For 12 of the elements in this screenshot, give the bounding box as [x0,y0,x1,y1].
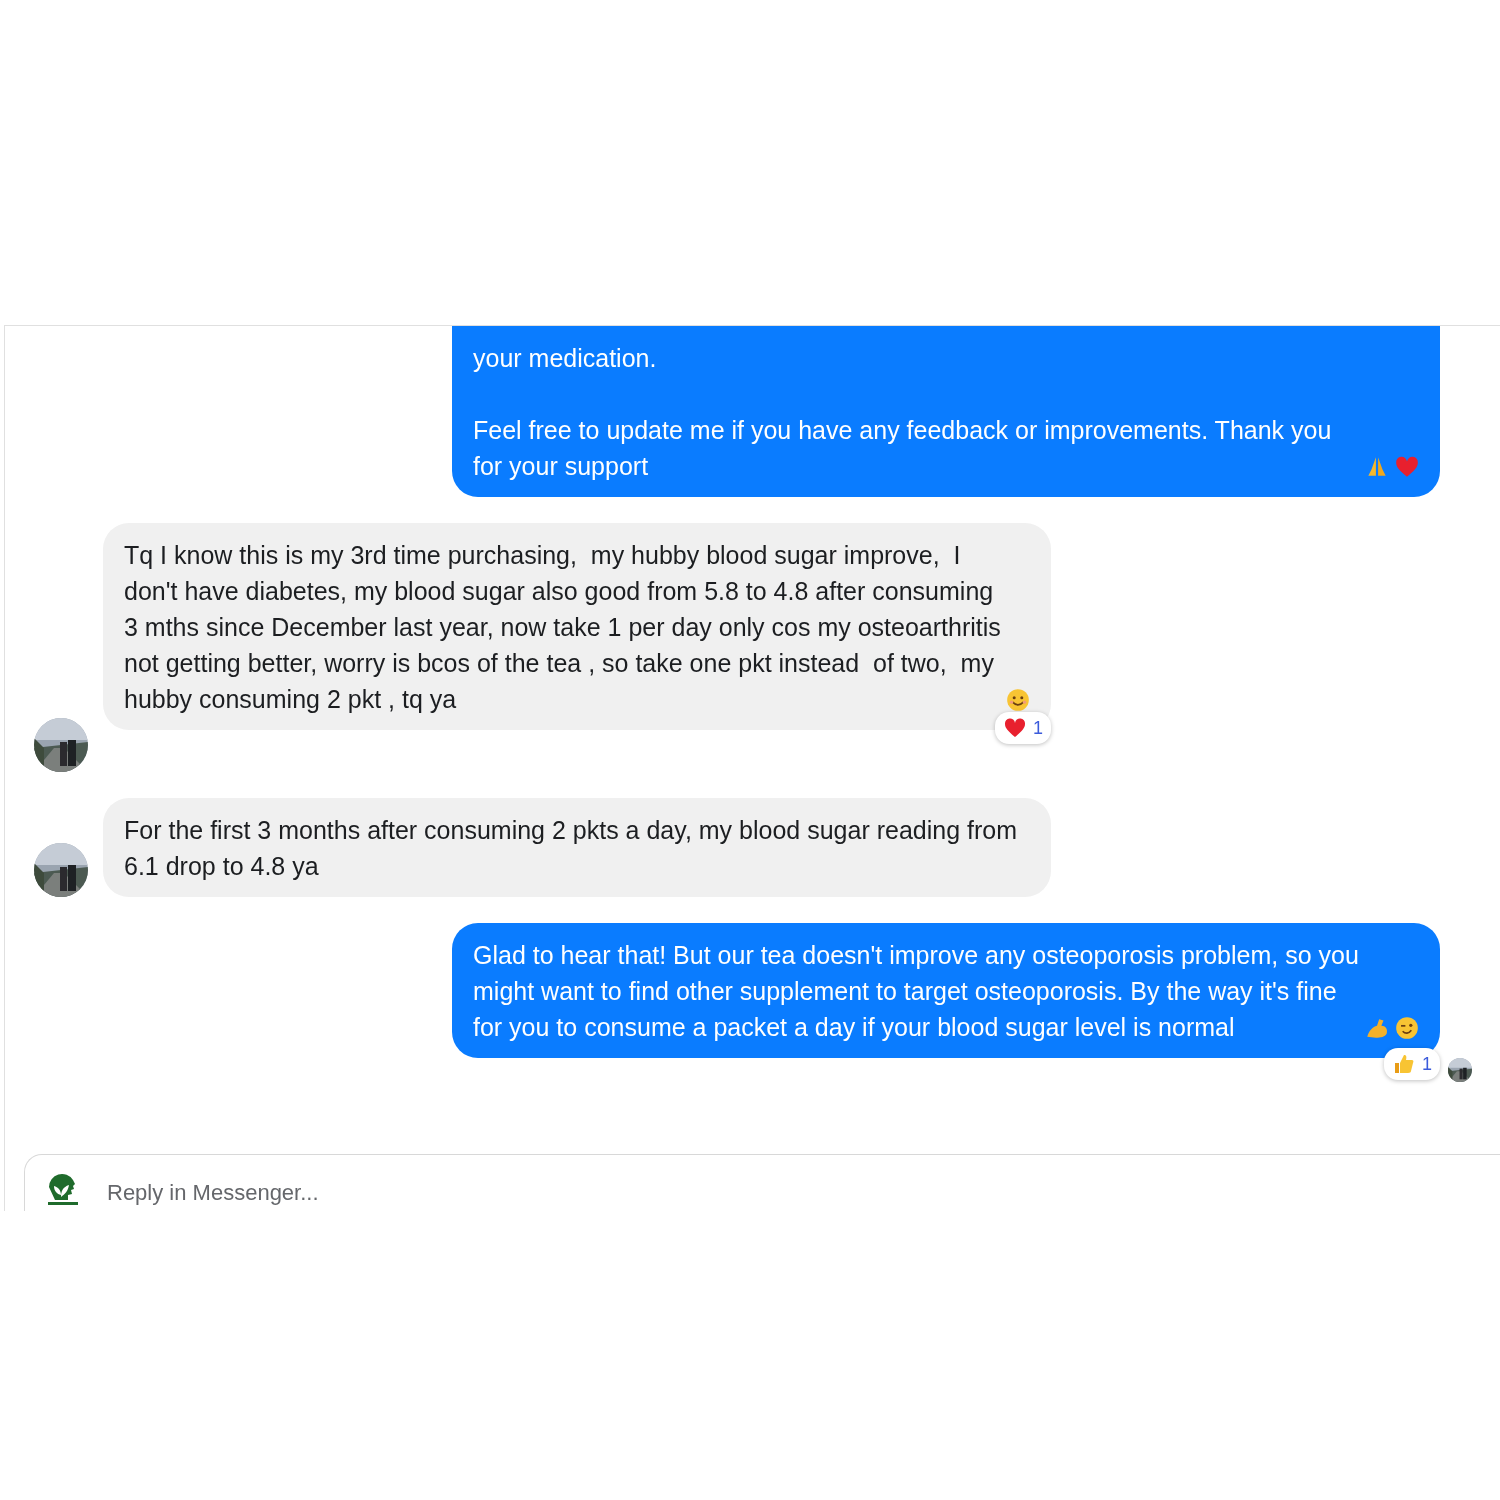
message-text: Glad to hear that! But our tea doesn't improve any osteoporosis problem, so you might want to find other supplement to target osteoporosis. By the way it's fine for you to consume a packet a day if your blood sugar level is normal [473,940,1360,1043]
reply-field[interactable]: Reply in Messenger... [105,1179,709,1207]
heart-icon [1003,716,1027,740]
reaction-badge[interactable]: 1 [1384,1048,1440,1080]
winking-face-icon [1394,1015,1420,1041]
smiling-face-icon [1005,687,1031,713]
message-text: Feel free to update me if you have any feedback or improvements. Thank you for your support [473,415,1333,482]
thumbs-up-icon [1392,1052,1416,1076]
message-text: your medication. [473,343,657,374]
message-text: Tq I know this is my 3rd time purchasing, my hubby blood sugar improve, I don't have diabetes, my blood sugar also good from 5.8 to 4.8 after consuming 3 mths since December last year, now take 1 per day only cos my osteoarthritis not getting better, worry is bcos of the tea , so take one pkt instead of two, my hubby consuming 2 pkt , tq ya [124,540,1001,715]
message-text: For the first 3 months after consuming 2 pkts a day, my blood sugar reading from 6.1 drop to 4.8 ya [124,815,1018,882]
reaction-badge[interactable]: 1 [995,712,1051,744]
